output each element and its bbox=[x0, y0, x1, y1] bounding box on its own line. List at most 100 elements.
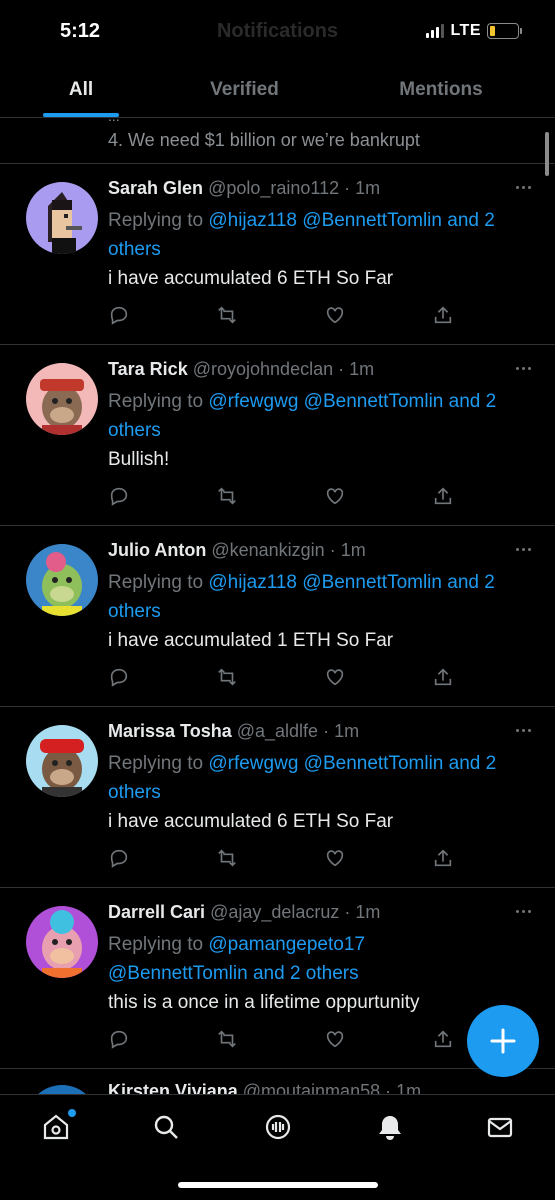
replying-to: Replying to @rfewgwg @BennettTomlin and … bbox=[108, 749, 528, 807]
mention-link[interactable]: @hijaz118 bbox=[208, 210, 297, 231]
author-name[interactable]: Marissa Tosha bbox=[108, 721, 232, 741]
tweet-header: Julio Anton @kenankizgin · 1m bbox=[108, 540, 366, 561]
mention-link[interactable]: @rfewgwg bbox=[208, 391, 298, 412]
mention-link[interactable]: @pamangepeto17 bbox=[208, 934, 365, 955]
reply-icon[interactable] bbox=[108, 1028, 132, 1052]
author-name[interactable]: Kirsten Viviana bbox=[108, 1081, 238, 1094]
author-handle[interactable]: @royojohndeclan bbox=[193, 359, 333, 379]
author-handle[interactable]: @moutainman58 bbox=[243, 1081, 380, 1094]
like-icon[interactable] bbox=[324, 1028, 348, 1052]
mention-link[interactable]: @BennettTomlin bbox=[304, 753, 444, 774]
mention-link[interactable]: @hijaz118 bbox=[208, 572, 297, 593]
tab-all[interactable]: All bbox=[0, 62, 162, 117]
retweet-icon[interactable] bbox=[216, 666, 240, 690]
tab-mentions[interactable]: Mentions bbox=[327, 62, 555, 117]
tweet-time: 1m bbox=[340, 540, 366, 560]
tweet-text: i have accumulated 6 ETH So Far bbox=[108, 811, 394, 832]
notification-feed: ... 4. We need $1 billion or we’re bankr… bbox=[0, 118, 555, 1094]
notification-tabs: All Verified Mentions bbox=[0, 62, 555, 118]
others-link[interactable]: and 2 others bbox=[248, 963, 359, 984]
share-icon[interactable] bbox=[432, 1028, 456, 1052]
spaces-icon[interactable] bbox=[264, 1113, 294, 1143]
reply-icon[interactable] bbox=[108, 666, 132, 690]
tweet-time: 1m bbox=[355, 178, 381, 198]
author-name[interactable]: Darrell Cari bbox=[108, 902, 205, 922]
author-handle[interactable]: @ajay_delacruz bbox=[210, 902, 339, 922]
more-icon[interactable] bbox=[516, 548, 531, 551]
mention-link[interactable]: @BennettTomlin bbox=[302, 210, 442, 231]
author-name[interactable]: Julio Anton bbox=[108, 540, 206, 560]
like-icon[interactable] bbox=[324, 666, 348, 690]
separator: · bbox=[339, 178, 356, 198]
like-icon[interactable] bbox=[324, 847, 348, 871]
retweet-icon[interactable] bbox=[216, 847, 240, 871]
tweet-header: Darrell Cari @ajay_delacruz · 1m bbox=[108, 902, 380, 923]
replying-prefix: Replying to bbox=[108, 753, 209, 774]
retweet-icon[interactable] bbox=[216, 485, 240, 509]
share-icon[interactable] bbox=[432, 666, 456, 690]
avatar[interactable] bbox=[26, 906, 98, 978]
partial-tweet-top[interactable]: ... 4. We need $1 billion or we’re bankr… bbox=[0, 118, 555, 164]
avatar[interactable] bbox=[26, 182, 98, 254]
replying-to: Replying to @hijaz118 @BennettTomlin and… bbox=[108, 568, 528, 626]
retweet-icon[interactable] bbox=[216, 304, 240, 328]
author-handle[interactable]: @polo_raino112 bbox=[208, 178, 339, 198]
author-handle[interactable]: @kenankizgin bbox=[211, 540, 324, 560]
share-icon[interactable] bbox=[432, 485, 456, 509]
reply-icon[interactable] bbox=[108, 847, 132, 871]
mention-link[interactable]: @BennettTomlin bbox=[304, 391, 444, 412]
search-icon[interactable] bbox=[152, 1113, 182, 1143]
compose-button[interactable] bbox=[467, 1005, 539, 1077]
share-icon[interactable] bbox=[432, 847, 456, 871]
battery-icon bbox=[487, 23, 522, 39]
separator: · bbox=[339, 902, 356, 922]
scrollbar[interactable] bbox=[545, 132, 549, 176]
avatar[interactable] bbox=[26, 544, 98, 616]
tab-verified[interactable]: Verified bbox=[162, 62, 327, 117]
mail-icon[interactable] bbox=[486, 1113, 516, 1143]
status-bar: Notifications 5:12 LTE bbox=[0, 0, 555, 62]
tweet[interactable]: Julio Anton @kenankizgin · 1m Replying t… bbox=[0, 526, 555, 707]
like-icon[interactable] bbox=[324, 304, 348, 328]
separator: · bbox=[333, 359, 350, 379]
tweet-actions bbox=[108, 1028, 452, 1052]
tweet-header: Sarah Glen @polo_raino112 · 1m bbox=[108, 178, 380, 199]
truncated-text: ... bbox=[108, 118, 120, 124]
author-handle[interactable]: @a_aldlfe bbox=[237, 721, 318, 741]
author-name[interactable]: Tara Rick bbox=[108, 359, 188, 379]
home-icon[interactable] bbox=[42, 1109, 76, 1143]
plus-icon bbox=[490, 1028, 516, 1054]
tweet-header: Tara Rick @royojohndeclan · 1m bbox=[108, 359, 374, 380]
share-icon[interactable] bbox=[432, 304, 456, 328]
separator: · bbox=[324, 540, 341, 560]
network-label: LTE bbox=[450, 22, 481, 39]
avatar[interactable] bbox=[26, 1085, 98, 1094]
mention-link[interactable]: @BennettTomlin bbox=[302, 572, 442, 593]
tweet[interactable]: Marissa Tosha @a_aldlfe · 1m Replying to… bbox=[0, 707, 555, 888]
more-icon[interactable] bbox=[516, 910, 531, 913]
partial-tweet-bottom[interactable]: Kirsten Viviana @moutainman58 · 1m bbox=[0, 1069, 555, 1094]
tweet-text: i have accumulated 6 ETH So Far bbox=[108, 268, 394, 289]
mention-link[interactable]: @BennettTomlin bbox=[108, 963, 248, 984]
reply-icon[interactable] bbox=[108, 485, 132, 509]
home-indicator[interactable] bbox=[178, 1182, 378, 1188]
avatar[interactable] bbox=[26, 725, 98, 797]
more-icon[interactable] bbox=[516, 729, 531, 732]
more-icon[interactable] bbox=[516, 186, 531, 189]
tweet[interactable]: Sarah Glen @polo_raino112 · 1m Replying … bbox=[0, 164, 555, 345]
reply-icon[interactable] bbox=[108, 304, 132, 328]
retweet-icon[interactable] bbox=[216, 1028, 240, 1052]
bell-icon[interactable] bbox=[376, 1113, 406, 1143]
tweet-actions bbox=[108, 847, 452, 871]
author-name[interactable]: Sarah Glen bbox=[108, 178, 203, 198]
replying-prefix: Replying to bbox=[108, 934, 209, 955]
more-icon[interactable] bbox=[516, 367, 531, 370]
replying-prefix: Replying to bbox=[108, 210, 209, 231]
avatar[interactable] bbox=[26, 363, 98, 435]
mention-link[interactable]: @rfewgwg bbox=[208, 753, 298, 774]
like-icon[interactable] bbox=[324, 485, 348, 509]
tweet-time: 1m bbox=[396, 1081, 422, 1094]
tweet-header: Kirsten Viviana @moutainman58 · 1m bbox=[108, 1081, 421, 1094]
separator: · bbox=[380, 1081, 397, 1094]
tweet[interactable]: Tara Rick @royojohndeclan · 1m Replying … bbox=[0, 345, 555, 526]
